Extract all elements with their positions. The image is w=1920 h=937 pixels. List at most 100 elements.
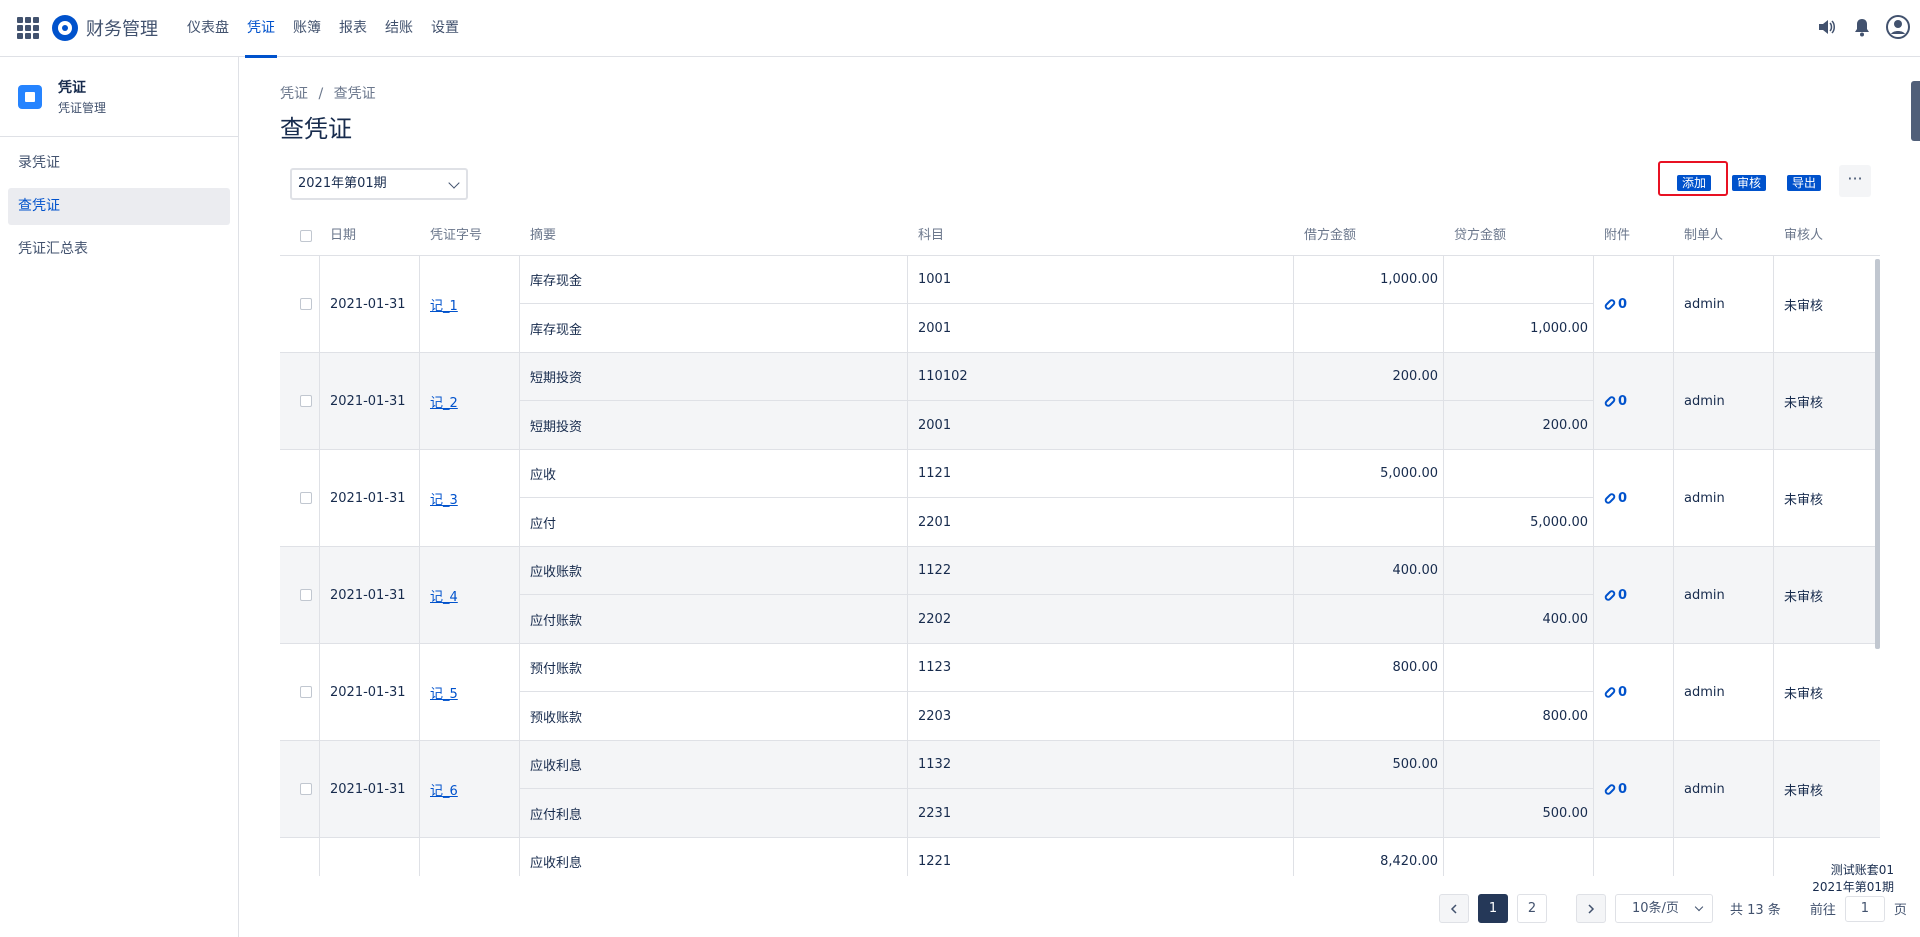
prev-page-button[interactable] xyxy=(1439,894,1469,923)
voucher-table: 日期 凭证字号 摘要 科目 借方金额 贷方金额 附件 制单人 审核人 2021-… xyxy=(280,216,1880,876)
nav-settings[interactable]: 设置 xyxy=(422,0,468,57)
paperclip-icon xyxy=(1603,394,1617,408)
cell-account: 2202 xyxy=(918,611,952,627)
table-row[interactable]: 2021-01-31 记_6 应收利息 应付利息 1132 2231 500.00 500.0… xyxy=(280,741,1880,838)
row-checkbox[interactable] xyxy=(300,686,312,698)
row-checkbox[interactable] xyxy=(300,298,312,310)
table-row[interactable]: 2021-01-31 记_4 应收账款 应付账款 1122 2202 400.00 400.0… xyxy=(280,547,1880,644)
sidebar-item-enter-voucher[interactable]: 录凭证 xyxy=(8,145,230,182)
row-checkbox[interactable] xyxy=(300,395,312,407)
breadcrumb-voucher[interactable]: 凭证 xyxy=(280,86,308,102)
cell-auditor: 未审核 xyxy=(1784,686,1824,702)
voucher-module-icon xyxy=(18,84,42,109)
page-1-button[interactable]: 1 xyxy=(1478,894,1508,923)
cell-summary: 应收账款 xyxy=(520,547,907,595)
row-checkbox[interactable] xyxy=(300,492,312,504)
page-2-button[interactable]: 2 xyxy=(1517,894,1547,923)
cell-account: 2201 xyxy=(918,514,952,530)
sidebar: 凭证 凭证管理 录凭证 查凭证 凭证汇总表 xyxy=(0,57,239,937)
cell-account: 2001 xyxy=(918,417,952,433)
cell-maker xyxy=(1674,838,1774,876)
nav-dashboard[interactable]: 仪表盘 xyxy=(178,0,238,57)
top-nav-bar: 财务管理 仪表盘 凭证 账簿 报表 结账 设置 xyxy=(0,0,1920,58)
audit-button[interactable]: 审核 xyxy=(1732,175,1767,191)
attachment-link[interactable]: 0 xyxy=(1603,297,1627,312)
main-content: 凭证 / 查凭证 查凭证 2021年第01期 添加 审核 导出 ··· xyxy=(280,57,1880,203)
attachment-link[interactable]: 0 xyxy=(1603,491,1627,506)
cell-summary: 应付利息 xyxy=(530,807,583,823)
cell-date: 2021-01-31 xyxy=(320,644,420,740)
header-voucher-no[interactable]: 凭证字号 xyxy=(420,216,520,255)
cell-credit xyxy=(1444,256,1593,304)
sidebar-item-view-voucher[interactable]: 查凭证 xyxy=(8,188,230,225)
voucher-no-link[interactable]: 记_4 xyxy=(430,586,458,605)
table-row[interactable]: 2021-01-31 记_3 应收 应付 1121 2201 5,000.00 5,000.0… xyxy=(280,450,1880,547)
total-count: 共 13 条 xyxy=(1730,903,1781,918)
table-row[interactable]: 2021-01-31 记_2 短期投资 短期投资 110102 2001 200.00 200… xyxy=(280,353,1880,450)
table-scrollbar[interactable] xyxy=(1875,259,1880,649)
cell-credit: 5,000.00 xyxy=(1530,514,1588,530)
attachment-link[interactable]: 0 xyxy=(1603,393,1628,409)
cell-debit xyxy=(1294,595,1443,643)
speaker-icon[interactable] xyxy=(1814,15,1838,39)
table-row[interactable]: 2021-01-31 记_1 库存现金 库存现金 1001 2001 1,000.00 1,0… xyxy=(280,256,1880,353)
row-checkbox[interactable] xyxy=(300,589,312,601)
cell-credit: 200.00 xyxy=(1542,417,1589,433)
header-credit: 贷方金额 xyxy=(1454,228,1507,243)
attachment-link[interactable]: 0 xyxy=(1603,782,1627,797)
cell-credit xyxy=(1444,644,1593,692)
side-handle[interactable] xyxy=(1911,81,1920,141)
period-select[interactable]: 2021年第01期 xyxy=(290,168,468,200)
paperclip-icon xyxy=(1603,588,1617,602)
bell-icon[interactable] xyxy=(1850,15,1874,39)
table-row[interactable]: 应收利息 1221 8,420.00 xyxy=(280,838,1880,876)
voucher-no-link[interactable]: 记_5 xyxy=(430,683,458,702)
user-avatar-icon[interactable] xyxy=(1886,15,1910,39)
more-actions-button[interactable]: ··· xyxy=(1839,165,1871,197)
voucher-no-link[interactable]: 记_3 xyxy=(430,489,458,508)
pagination: 1 2 10条/页 共 13 条 前往 1 页 xyxy=(1419,894,1907,923)
cell-account: 1001 xyxy=(908,256,1293,304)
voucher-no-link[interactable]: 记_2 xyxy=(430,392,458,411)
table-row[interactable]: 2021-01-31 记_5 预付账款 预收账款 1123 2203 800.00 800.0… xyxy=(280,644,1880,741)
app-grid-icon[interactable] xyxy=(17,17,39,39)
cell-auditor: 未审核 xyxy=(1784,395,1824,411)
attachment-link[interactable]: 0 xyxy=(1603,588,1627,603)
attachment-count: 0 xyxy=(1618,393,1628,409)
export-button[interactable]: 导出 xyxy=(1787,175,1822,191)
select-all-checkbox[interactable] xyxy=(300,229,312,242)
cell-summary: 库存现金 xyxy=(520,256,907,304)
nav-closing[interactable]: 结账 xyxy=(376,0,422,57)
voucher-no-link[interactable]: 记_1 xyxy=(430,295,458,314)
cell-summary: 应付账款 xyxy=(530,613,583,629)
next-page-button[interactable] xyxy=(1576,894,1606,923)
attachment-link[interactable]: 0 xyxy=(1603,685,1627,700)
page-size-select[interactable]: 10条/页 xyxy=(1615,894,1713,923)
cell-credit xyxy=(1444,741,1593,789)
cell-account: 1132 xyxy=(908,741,1293,789)
account-book-name: 测试账套01 xyxy=(1830,863,1894,877)
cell-debit: 500.00 xyxy=(1294,741,1443,789)
toolbar: 2021年第01期 添加 审核 导出 ··· xyxy=(280,161,1880,203)
cell-debit xyxy=(1294,692,1443,740)
sidebar-subtitle: 凭证管理 xyxy=(58,101,107,115)
row-checkbox[interactable] xyxy=(300,783,312,795)
cell-account: 1121 xyxy=(908,450,1293,498)
add-button[interactable]: 添加 xyxy=(1677,175,1712,191)
account-book-info: 测试账套01 2021年第01期 xyxy=(1812,862,1894,896)
table-header: 日期 凭证字号 摘要 科目 借方金额 贷方金额 附件 制单人 审核人 xyxy=(280,216,1880,256)
app-logo-icon xyxy=(52,15,78,41)
nav-ledger[interactable]: 账簿 xyxy=(284,0,330,57)
header-date[interactable]: 日期 xyxy=(320,216,420,255)
cell-debit xyxy=(1294,401,1443,449)
cell-auditor: 未审核 xyxy=(1784,783,1824,799)
account-book-period: 2021年第01期 xyxy=(1812,880,1894,894)
sidebar-item-voucher-summary[interactable]: 凭证汇总表 xyxy=(8,231,230,268)
goto-page-input[interactable]: 1 xyxy=(1844,895,1885,922)
nav-voucher[interactable]: 凭证 xyxy=(238,0,284,58)
table-body: 2021-01-31 记_1 库存现金 库存现金 1001 2001 1,000.00 1,0… xyxy=(280,256,1880,876)
voucher-no-link[interactable]: 记_6 xyxy=(430,780,458,799)
cell-summary: 应收利息 xyxy=(520,741,907,789)
nav-report[interactable]: 报表 xyxy=(330,0,376,57)
main-nav: 仪表盘 凭证 账簿 报表 结账 设置 xyxy=(178,0,468,58)
